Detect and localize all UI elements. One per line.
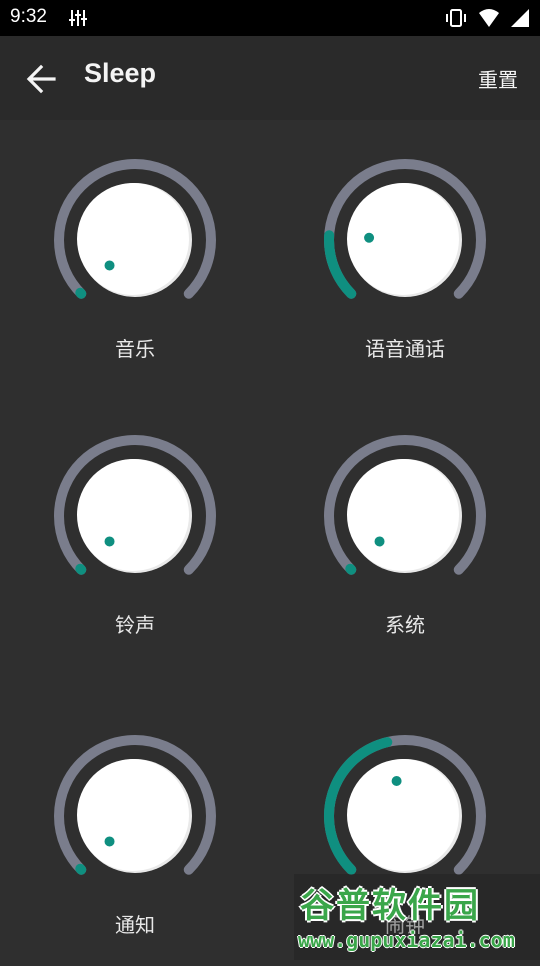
status-icons [444, 8, 530, 32]
watermark-logo: 谷普软件园 [300, 886, 480, 926]
knob-notification[interactable]: 通知 [0, 696, 270, 966]
knob-dial[interactable] [0, 120, 270, 320]
knob-indicator-dot [364, 232, 375, 243]
knob-grid: 音乐 语音通话 铃声 系统 通知 闹钟 [0, 120, 540, 960]
knob-face [347, 183, 459, 295]
knob-face [347, 759, 459, 871]
reset-button[interactable]: 重置 [478, 64, 518, 93]
vibrate-icon [444, 8, 468, 32]
app-bar: Sleep 重置 [0, 36, 540, 120]
knob-level-arc [345, 563, 357, 575]
knob-level-arc [75, 563, 87, 575]
page-title: Sleep [84, 58, 157, 88]
watermark-url: www.gupuxiazai.com [298, 928, 515, 952]
knob-indicator-dot [391, 775, 402, 786]
knob-face [77, 183, 189, 295]
knob-indicator-dot [104, 260, 115, 271]
knob-face [77, 759, 189, 871]
knob-level-arc [75, 863, 87, 875]
knob-dial[interactable] [0, 396, 270, 596]
status-time: 9:32 [10, 6, 47, 27]
knob-dial[interactable] [270, 696, 540, 896]
knob-level-arc [75, 287, 87, 299]
knob-music[interactable]: 音乐 [0, 120, 270, 390]
knob-label: 铃声 [115, 613, 155, 637]
knob-label: 通知 [115, 913, 155, 937]
watermark: 谷普软件园 www.gupuxiazai.com [294, 874, 540, 960]
knob-label: 系统 [385, 613, 425, 637]
knob-face [347, 459, 459, 571]
wifi-icon [478, 8, 500, 32]
arrow-left-icon[interactable] [24, 62, 60, 96]
equalizer-icon [68, 8, 88, 32]
knob-label: 语音通话 [365, 337, 445, 361]
knob-ringtone[interactable]: 铃声 [0, 396, 270, 666]
knob-system[interactable]: 系统 [270, 396, 540, 666]
status-bar: 9:32 [0, 0, 540, 36]
knob-indicator-dot [374, 536, 385, 547]
knob-label: 音乐 [115, 337, 155, 361]
cell-signal-icon [510, 8, 530, 32]
knob-dial[interactable] [0, 696, 270, 896]
knob-indicator-dot [104, 836, 115, 847]
knob-voice-call[interactable]: 语音通话 [270, 120, 540, 390]
knob-indicator-dot [104, 536, 115, 547]
knob-face [77, 459, 189, 571]
knob-dial[interactable] [270, 396, 540, 596]
knob-dial[interactable] [270, 120, 540, 320]
